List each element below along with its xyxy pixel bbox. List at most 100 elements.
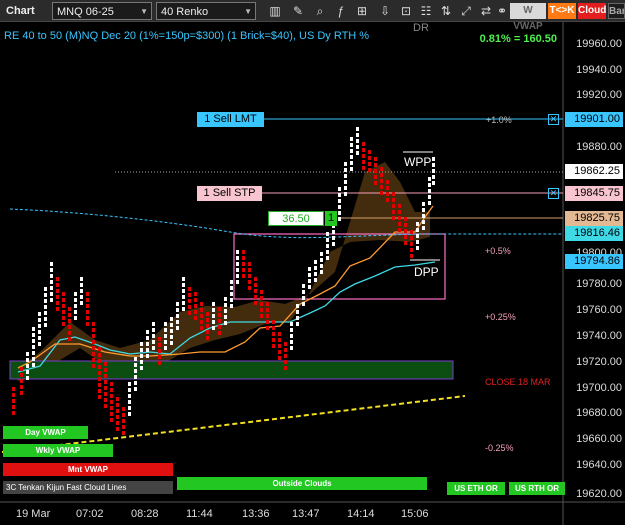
zoom-icon[interactable]: ⌕ (312, 3, 328, 19)
renko-down-brick (266, 302, 269, 306)
renko-down-brick (386, 192, 389, 196)
renko-up-brick (164, 328, 167, 332)
dpp-label: DPP (414, 265, 439, 279)
renko-down-brick (410, 254, 413, 258)
price-tick: 19720.00 (576, 356, 622, 368)
renko-up-brick (182, 277, 185, 281)
renko-down-brick (92, 346, 95, 350)
renko-up-brick (32, 357, 35, 361)
renko-down-brick (20, 385, 23, 389)
position-pnl-tag[interactable]: 36.50 (268, 211, 324, 226)
candlestick-icon[interactable]: ▥ (267, 3, 283, 19)
renko-up-brick (290, 322, 293, 326)
renko-up-brick (320, 264, 323, 268)
screenshot-icon[interactable]: ⊡ (398, 3, 414, 19)
renko-up-brick (350, 167, 353, 171)
w-vwap-toggle[interactable]: W VWAP (510, 3, 546, 32)
renko-down-brick (12, 405, 15, 409)
cancel-order-icon[interactable]: ✕ (548, 114, 559, 125)
renko-up-brick (164, 340, 167, 344)
cloud-toggle[interactable]: Cloud (578, 3, 606, 19)
renko-up-brick (320, 270, 323, 274)
renko-up-brick (302, 290, 305, 294)
renko-down-brick (248, 274, 251, 278)
renko-down-brick (92, 352, 95, 356)
weekly-vwap-button[interactable]: Wkly VWAP (3, 444, 113, 457)
renko-up-brick (356, 133, 359, 137)
renko-down-brick (98, 383, 101, 387)
renko-down-brick (200, 314, 203, 318)
renko-down-brick (272, 320, 275, 324)
renko-down-brick (272, 326, 275, 330)
renko-down-brick (110, 406, 113, 410)
indicators-icon[interactable]: ƒ (333, 3, 349, 19)
renko-down-brick (206, 324, 209, 328)
level-plus-025pct: +0.25% (485, 312, 516, 322)
sell-limit-order-tag[interactable]: 1 Sell LMT (197, 112, 264, 127)
kijun-price-tag: 19816.46 (565, 226, 623, 241)
instrument-selector[interactable]: MNQ 06-25 ▼ (52, 2, 152, 20)
tk-toggle[interactable]: T<>K (548, 3, 576, 19)
monthly-vwap-button[interactable]: Mnt VWAP (3, 463, 173, 476)
renko-down-brick (92, 322, 95, 326)
chart-trader-icon[interactable]: ⇅ (438, 3, 454, 19)
cloud-lines-button[interactable]: 3C Tenkan Kijun Fast Cloud Lines (3, 481, 173, 494)
day-vwap-button[interactable]: Day VWAP (3, 426, 88, 439)
renko-up-brick (44, 287, 47, 291)
pencil-icon[interactable]: ✎ (290, 3, 306, 19)
renko-down-brick (206, 336, 209, 340)
chart-panel[interactable]: RE 40 to 50 (M)NQ Dec 20 (1%=150p=$300) … (0, 22, 625, 525)
renko-down-brick (56, 295, 59, 299)
cancel-order-icon[interactable]: ✕ (548, 188, 559, 199)
renko-down-brick (92, 340, 95, 344)
properties-icon[interactable]: ☷ (418, 3, 434, 19)
renko-down-brick (278, 356, 281, 360)
save-icon[interactable]: ⇩ (377, 3, 393, 19)
bracket-icon[interactable]: ⊞ (354, 3, 370, 19)
renko-down-brick (98, 389, 101, 393)
link-icon[interactable]: ⚭ (494, 3, 510, 19)
renko-up-brick (38, 330, 41, 334)
renko-up-brick (26, 370, 29, 374)
renko-up-brick (224, 321, 227, 325)
us-rth-or-button[interactable]: US RTH OR (509, 482, 565, 495)
renko-up-brick (308, 273, 311, 277)
renko-up-brick (314, 278, 317, 282)
renko-up-brick (170, 317, 173, 321)
renko-down-brick (110, 412, 113, 416)
renko-down-brick (380, 185, 383, 189)
renko-down-brick (392, 210, 395, 214)
renko-down-brick (56, 283, 59, 287)
compare-icon[interactable]: ⇄ (478, 3, 494, 19)
dr-label: DR (413, 22, 429, 34)
fullscreen-icon[interactable]: ⤢ (458, 3, 474, 19)
renko-up-brick (50, 286, 53, 290)
renko-down-brick (98, 395, 101, 399)
renko-up-brick (146, 354, 149, 358)
chart-menu-label[interactable]: Chart (2, 2, 39, 20)
renko-down-brick (386, 186, 389, 190)
renko-down-brick (68, 337, 71, 341)
renko-down-brick (218, 313, 221, 317)
renko-up-brick (134, 387, 137, 391)
us-eth-or-button[interactable]: US ETH OR (447, 482, 505, 495)
renko-down-brick (374, 169, 377, 173)
bars-toggle[interactable]: Bars (608, 3, 625, 19)
renko-down-brick (62, 310, 65, 314)
renko-down-brick (260, 308, 263, 312)
bar-type-selector[interactable]: 40 Renko ▼ (156, 2, 256, 20)
renko-down-brick (404, 235, 407, 239)
outside-clouds-button[interactable]: Outside Clouds (177, 477, 427, 490)
sell-stop-order-tag[interactable]: 1 Sell STP (197, 186, 262, 201)
renko-down-brick (20, 379, 23, 383)
renko-up-brick (416, 246, 419, 250)
renko-up-brick (44, 323, 47, 327)
renko-up-brick (432, 181, 435, 185)
renko-up-brick (128, 412, 131, 416)
renko-up-brick (170, 335, 173, 339)
renko-up-brick (50, 262, 53, 266)
position-quantity-tag[interactable]: 1 (325, 211, 337, 226)
price-tick: 19960.00 (576, 38, 622, 50)
renko-up-brick (170, 329, 173, 333)
renko-down-brick (386, 198, 389, 202)
